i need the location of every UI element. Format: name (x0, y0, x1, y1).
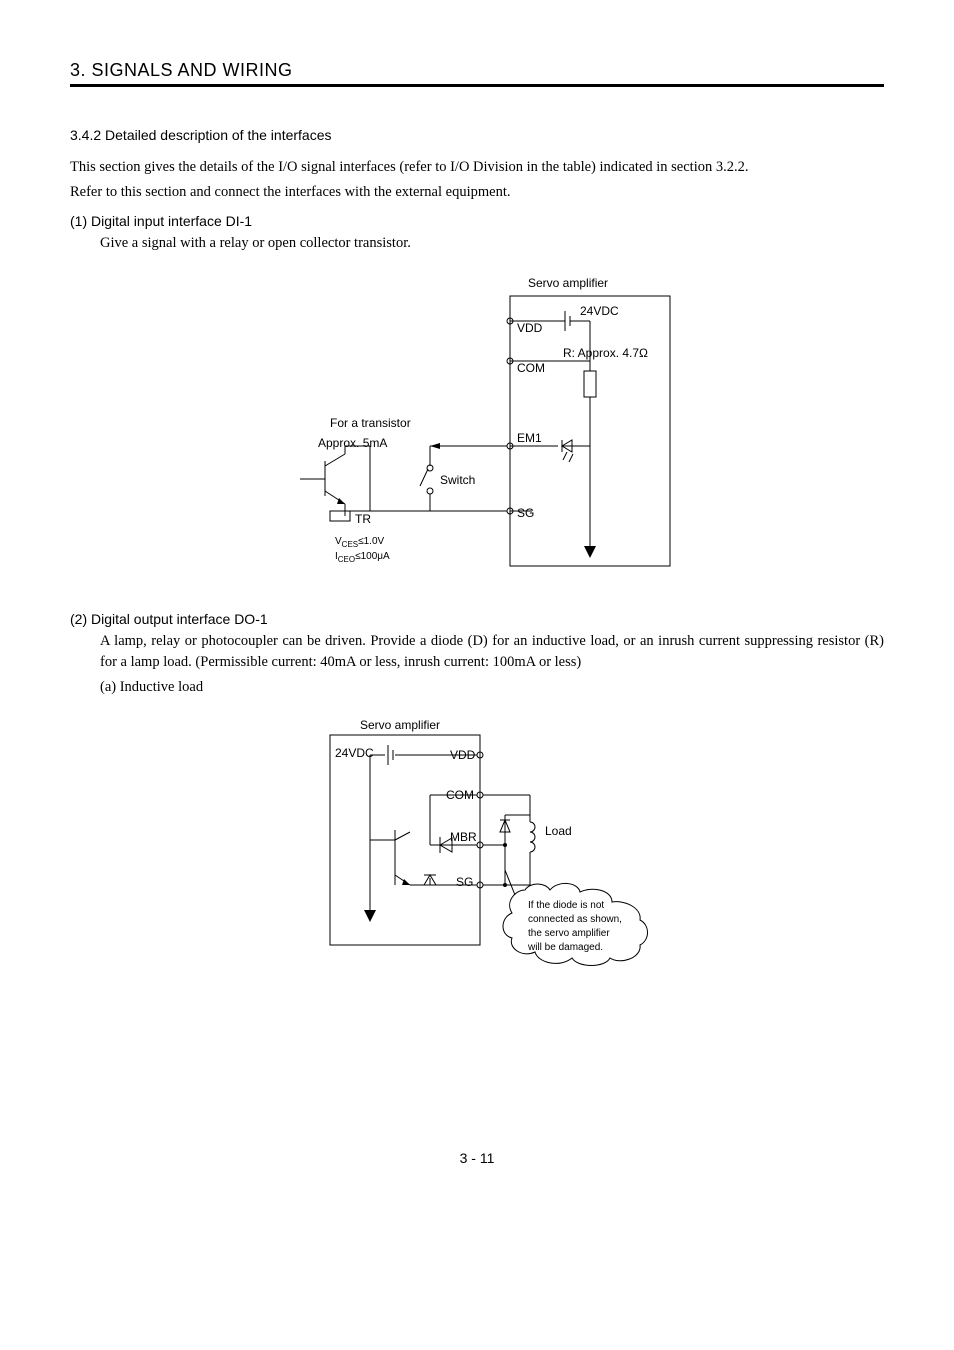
section-heading: 3.4.2 Detailed description of the interf… (70, 127, 884, 143)
diagram-do1: Servo amplifier 24VDC VDD COM MBR SG Loa… (300, 710, 700, 970)
label-switch: Switch (440, 473, 475, 487)
label-for-transistor: For a transistor (330, 416, 411, 430)
label-vdd-2: VDD (450, 748, 475, 762)
subsection-2-heading: (2) Digital output interface DO-1 (70, 611, 884, 627)
label-vces: VCES≤1.0V (335, 536, 384, 549)
note-line-1: If the diode is not (528, 900, 604, 911)
label-24vdc-2: 24VDC (335, 746, 374, 760)
subsection-2a-heading: (a) Inductive load (70, 677, 884, 698)
label-sg: SG (517, 506, 534, 520)
note-line-3: the servo amplifier (528, 928, 610, 939)
label-em1: EM1 (517, 431, 542, 445)
label-com: COM (517, 361, 545, 375)
label-mbr: MBR (450, 830, 477, 844)
label-tr: TR (355, 512, 371, 526)
label-servo-amplifier-2: Servo amplifier (360, 718, 440, 732)
diagram-di1: Servo amplifier VDD 24VDC COM R: Approx.… (270, 266, 690, 586)
subsection-1-text: Give a signal with a relay or open colle… (70, 233, 884, 254)
subsection-2-text: A lamp, relay or photocoupler can be dri… (70, 631, 884, 673)
label-vdd: VDD (517, 321, 542, 335)
intro-paragraph-2: Refer to this section and connect the in… (70, 182, 884, 203)
subsection-1-heading: (1) Digital input interface DI-1 (70, 213, 884, 229)
label-sg-2: SG (456, 875, 473, 889)
label-approx-5ma: Approx. 5mA (318, 436, 387, 450)
intro-paragraph-1: This section gives the details of the I/… (70, 157, 884, 178)
label-load: Load (545, 824, 572, 838)
label-24vdc: 24VDC (580, 304, 619, 318)
page-number: 3 - 11 (70, 1150, 884, 1166)
chapter-title: 3. SIGNALS AND WIRING (70, 60, 884, 87)
label-iceo: ICEO≤100μA (335, 551, 390, 564)
label-servo-amplifier: Servo amplifier (528, 276, 608, 290)
note-line-2: connected as shown, (528, 914, 622, 925)
label-r-approx: R: Approx. 4.7Ω (563, 346, 648, 360)
label-com-2: COM (446, 788, 474, 802)
note-line-4: will be damaged. (528, 942, 603, 953)
